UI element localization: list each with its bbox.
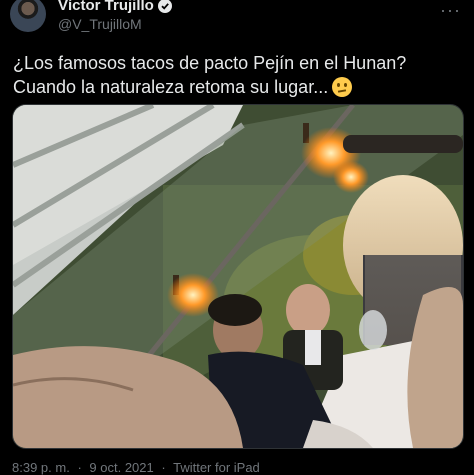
author-info: Víctor Trujillo @V_TrujilloM [58, 0, 172, 33]
tweet-text-line-2: Cuando la naturaleza retoma su lugar... [13, 77, 329, 97]
verified-badge-icon [157, 0, 172, 13]
tweet-text: ¿Los famosos tacos de pacto Pejín en el … [13, 51, 463, 99]
tweet-header: Víctor Trujillo @V_TrujilloM [10, 0, 172, 36]
tweet-photo[interactable] [12, 104, 464, 449]
tweet-card: Víctor Trujillo @V_TrujilloM ··· ¿Los fa… [0, 0, 474, 475]
thinking-face-icon [332, 77, 353, 97]
user-handle[interactable]: @V_TrujilloM [58, 15, 172, 33]
more-options-icon[interactable]: ··· [440, 1, 460, 24]
restaurant-photo [13, 105, 463, 448]
tweet-time[interactable]: 8:39 p. m. [12, 460, 70, 475]
tweet-date[interactable]: 9 oct. 2021 [89, 460, 153, 475]
separator: · [77, 460, 82, 475]
tweet-text-line-1: ¿Los famosos tacos de pacto Pejín en el … [13, 53, 407, 73]
separator: · [161, 460, 166, 475]
tweet-source[interactable]: Twitter for iPad [173, 460, 260, 475]
avatar[interactable] [10, 0, 46, 32]
display-name[interactable]: Víctor Trujillo [58, 0, 154, 15]
tweet-meta: 8:39 p. m. · 9 oct. 2021 · Twitter for i… [12, 460, 264, 475]
